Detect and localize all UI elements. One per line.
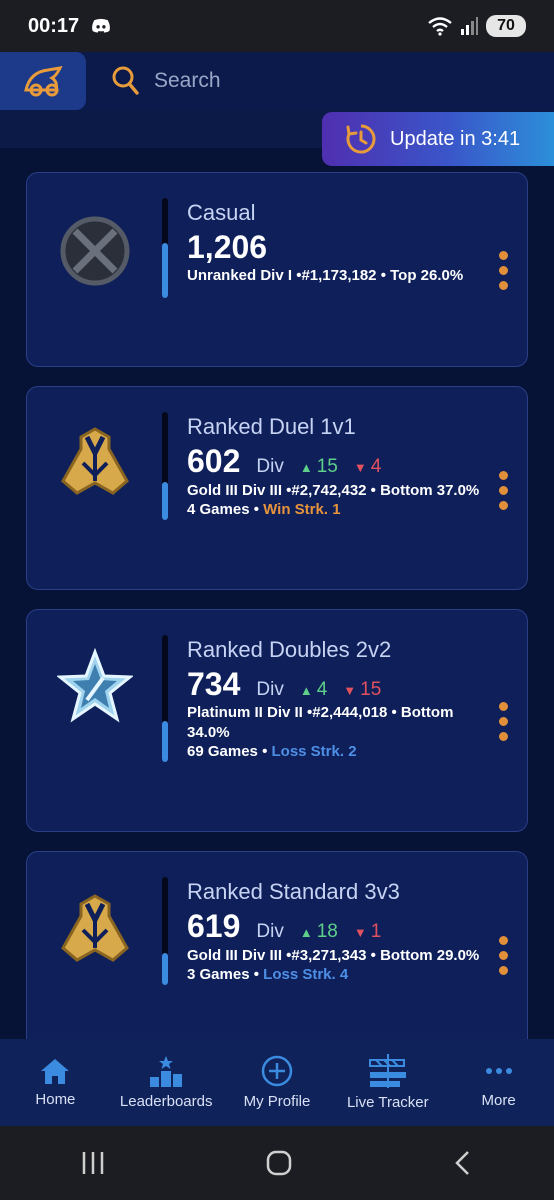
rank-progress-fill [162,952,168,985]
arrow-down-icon: ▼ [343,683,357,698]
nav-more-label: More [481,1092,516,1109]
playlist-title: Ranked Doubles 2v2 [187,637,392,662]
platinum-rank-icon [57,648,133,723]
discord-icon [92,18,111,33]
kebab-menu-icon[interactable] [499,251,509,290]
rank-progress-bar [162,877,168,985]
arrow-up-icon: ▲ [299,683,313,698]
rating-value: 1,206 [187,229,268,265]
rank-detail: Gold III Div III •#3,271,343 • Bottom 29… [187,947,480,964]
live-tracker-icon [368,1054,406,1088]
gold-rank-icon [61,894,129,962]
div-down-value: ▼ 4 [353,456,382,477]
arrow-up-icon: ▲ [299,460,313,475]
rating-row: 619 Div ▲ 18 ▼ 1 [187,908,381,945]
playlist-title: Casual [187,200,256,225]
nav-live-tracker-label: Live Tracker [346,1094,429,1111]
system-nav-bar [0,1126,554,1200]
rocket-league-logo [24,66,63,97]
div-down-value: ▼ 15 [343,679,382,700]
nav-live-tracker[interactable]: Live Tracker [332,1039,443,1126]
update-timer-icon [346,124,376,154]
nav-home[interactable]: Home [0,1039,111,1126]
div-label: Div [256,679,284,700]
app-logo-button[interactable] [0,52,86,110]
nav-my-profile-label: My Profile [243,1093,311,1110]
games-streak: 69 Games • Loss Strk. 2 [187,743,357,760]
signal-icon [461,17,478,35]
playlist-card-standard[interactable]: Ranked Standard 3v3 619 Div ▲ 18 ▼ 1 Gold … [26,851,528,1051]
update-button[interactable]: Update in 3:41 [322,112,554,166]
games-streak: 4 Games • Win Strk. 1 [187,501,341,518]
games-count: 4 Games [187,501,250,518]
games-count: 69 Games [187,743,258,760]
nav-my-profile[interactable]: My Profile [222,1039,333,1126]
rating-row: 734 Div ▲ 4 ▼ 15 [187,666,381,703]
top-bar: Search [0,52,554,110]
my-profile-icon [261,1055,293,1087]
div-up-value: ▲ 15 [299,456,338,477]
rank-progress-fill [162,482,168,520]
rank-detail: Gold III Div III •#2,742,432 • Bottom 37… [187,482,480,499]
search-icon [112,66,139,95]
more-icon [485,1068,512,1074]
div-up-value: ▲ 4 [299,679,328,700]
rating-row: 1,206 [187,229,267,266]
arrow-down-icon: ▼ [353,925,367,940]
wifi-icon [428,17,452,36]
kebab-menu-icon[interactable] [499,936,509,975]
rank-progress-fill [162,243,168,298]
div-up-value: ▲ 18 [299,921,338,942]
div-down-value: ▼ 1 [353,921,382,942]
playlist-card-duel[interactable]: Ranked Duel 1v1 602 Div ▲ 15 ▼ 4 Gold III … [26,386,528,590]
nav-leaderboards-label: Leaderboards [119,1093,213,1110]
unranked-icon [60,216,130,286]
rating-value: 619 [187,908,241,944]
home-icon [41,1059,70,1084]
nav-home-label: Home [35,1091,76,1108]
status-time: 00:17 [28,14,80,37]
status-bar: 00:17 70 [0,0,554,52]
search-placeholder: Search [154,69,221,92]
rank-detail: Platinum II Div II •#2,444,018 • Bottom … [187,704,454,741]
div-label: Div [256,921,284,942]
streak-label: Loss Strk. 4 [263,966,349,983]
update-label: Update in 3:41 [390,127,521,150]
games-streak: 3 Games • Loss Strk. 4 [187,966,349,983]
home-button-icon[interactable] [265,1149,293,1177]
rank-progress-bar [162,198,168,298]
gold-rank-icon [61,427,129,495]
div-label: Div [256,456,284,477]
streak-label: Loss Strk. 2 [271,743,357,760]
rating-value: 602 [187,443,241,479]
bottom-nav: Home Leaderboards My Profile Live Tracke… [0,1039,554,1126]
playlist-title: Ranked Duel 1v1 [187,414,356,439]
rating-row: 602 Div ▲ 15 ▼ 4 [187,443,381,480]
playlist-card-doubles[interactable]: Ranked Doubles 2v2 734 Div ▲ 4 ▼ 15 Platin… [26,609,528,832]
playlist-card-casual[interactable]: Casual 1,206 Unranked Div I •#1,173,182 … [26,172,528,367]
search-bar[interactable]: Search [112,52,221,110]
leaderboards-icon [150,1056,183,1087]
rank-detail: Unranked Div I •#1,173,182 • Top 26.0% [187,267,464,284]
playlist-title: Ranked Standard 3v3 [187,879,400,904]
nav-more[interactable]: More [443,1039,554,1126]
games-count: 3 Games [187,966,250,983]
rank-progress-fill [162,721,168,762]
arrow-down-icon: ▼ [353,460,367,475]
rank-progress-bar [162,635,168,762]
rating-value: 734 [187,666,241,702]
recent-apps-icon[interactable] [80,1150,106,1176]
back-icon[interactable] [452,1149,474,1177]
rank-progress-bar [162,412,168,520]
nav-leaderboards[interactable]: Leaderboards [111,1039,222,1126]
kebab-menu-icon[interactable] [499,471,509,510]
kebab-menu-icon[interactable] [499,702,509,741]
arrow-up-icon: ▲ [299,925,313,940]
battery-indicator: 70 [486,15,526,37]
streak-label: Win Strk. 1 [263,501,341,518]
